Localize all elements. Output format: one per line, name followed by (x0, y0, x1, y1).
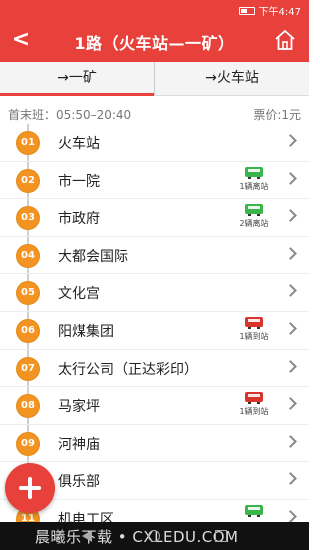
bus-icon (245, 316, 263, 329)
station-name: 河神庙 (58, 436, 100, 453)
battery-icon (238, 6, 255, 15)
station-name: 马家坪 (58, 399, 100, 416)
back-button[interactable]: < (10, 27, 32, 53)
bus-icon (245, 166, 263, 179)
bus-status-text: 2辆离站 (239, 219, 269, 229)
chevron-right-icon (284, 322, 297, 335)
bus-icon (245, 392, 263, 405)
chevron-right-icon (284, 284, 297, 298)
chevron-right-icon (284, 246, 297, 260)
bus-status-text: 1辆离站 (239, 181, 269, 191)
bus-icon (245, 204, 263, 217)
station-name: 太行公司（正达彩印） (58, 361, 198, 378)
station-number-badge: 07 (17, 357, 39, 380)
bus-status: 2辆离站 (237, 204, 271, 232)
station-name: 俱乐部 (58, 474, 100, 491)
station-name: 市政府 (58, 211, 100, 228)
bus-status-text: 1辆到站 (239, 331, 269, 341)
station-row[interactable]: 09 河神庙 (0, 425, 309, 463)
nav-recent-icon[interactable] (215, 530, 227, 542)
watermark: 晨曦乐下载 • CXLEDU.COM (35, 528, 239, 546)
station-name: 阳煤集团 (58, 323, 114, 340)
station-row[interactable]: 04 大都会国际 (0, 237, 309, 275)
chevron-right-icon (284, 397, 297, 411)
bus-status: 1辆离站 (237, 166, 271, 195)
app-header: < 1路（火车站—一矿） (0, 20, 309, 62)
add-button[interactable] (5, 463, 55, 513)
station-number-badge: 01 (17, 132, 39, 154)
station-number-badge: 04 (17, 244, 39, 267)
direction-tabs: →一矿 →火车站 (0, 62, 309, 96)
price-text: 票价:1元 (253, 108, 301, 122)
station-number-badge: 08 (17, 395, 39, 418)
station-row[interactable]: 08 马家坪 1辆到站 (0, 387, 309, 425)
bus-status-text: 1辆到站 (239, 407, 269, 417)
station-name: 文化宫 (58, 286, 100, 303)
tab-to-huochezhan[interactable]: →火车站 (154, 62, 309, 95)
chevron-right-icon (284, 359, 297, 373)
station-name: 市一院 (58, 173, 100, 190)
nav-back-icon[interactable] (82, 530, 92, 542)
status-right: 下午4:47 (238, 3, 301, 18)
home-icon[interactable] (273, 28, 297, 52)
chevron-right-icon (284, 171, 297, 185)
chevron-right-icon (284, 434, 297, 448)
bus-status: 1辆到站 (237, 392, 271, 420)
status-time: 下午4:47 (258, 7, 301, 18)
station-number-badge: 02 (17, 169, 39, 192)
station-number-badge: 05 (17, 282, 39, 305)
station-number-badge: 09 (17, 432, 39, 455)
chevron-right-icon (284, 472, 297, 486)
station-name: 火车站 (58, 136, 100, 152)
station-row[interactable]: 02 市一院 1辆离站 (0, 162, 309, 200)
chevron-right-icon (284, 510, 297, 523)
station-row[interactable]: 01 火车站 (0, 124, 309, 162)
station-row[interactable]: 06 阳煤集团 1辆到站 (0, 312, 309, 350)
page-title: 1路（火车站—一矿） (74, 34, 235, 53)
schedule-text: 首末班：05:50–20:40 (8, 108, 132, 122)
chevron-right-icon (284, 134, 297, 147)
route-info: 首末班：05:50–20:40 票价:1元 (0, 104, 309, 124)
station-number-badge: 03 (17, 207, 39, 230)
nav-home-icon[interactable] (148, 530, 160, 542)
station-row[interactable]: 03 市政府 2辆离站 (0, 199, 309, 237)
bus-icon (245, 504, 263, 517)
system-nav-bar: 晨曦乐下载 • CXLEDU.COM (0, 522, 309, 550)
station-number-badge: 06 (17, 319, 39, 342)
station-name: 大都会国际 (58, 248, 128, 265)
tab-to-yikuang[interactable]: →一矿 (0, 62, 154, 96)
bus-status: 1辆到站 (237, 316, 271, 345)
status-bar: 下午4:47 (0, 0, 309, 20)
station-row[interactable]: 07 太行公司（正达彩印） (0, 350, 309, 388)
station-row[interactable]: 05 文化宫 (0, 274, 309, 312)
chevron-right-icon (284, 209, 297, 223)
